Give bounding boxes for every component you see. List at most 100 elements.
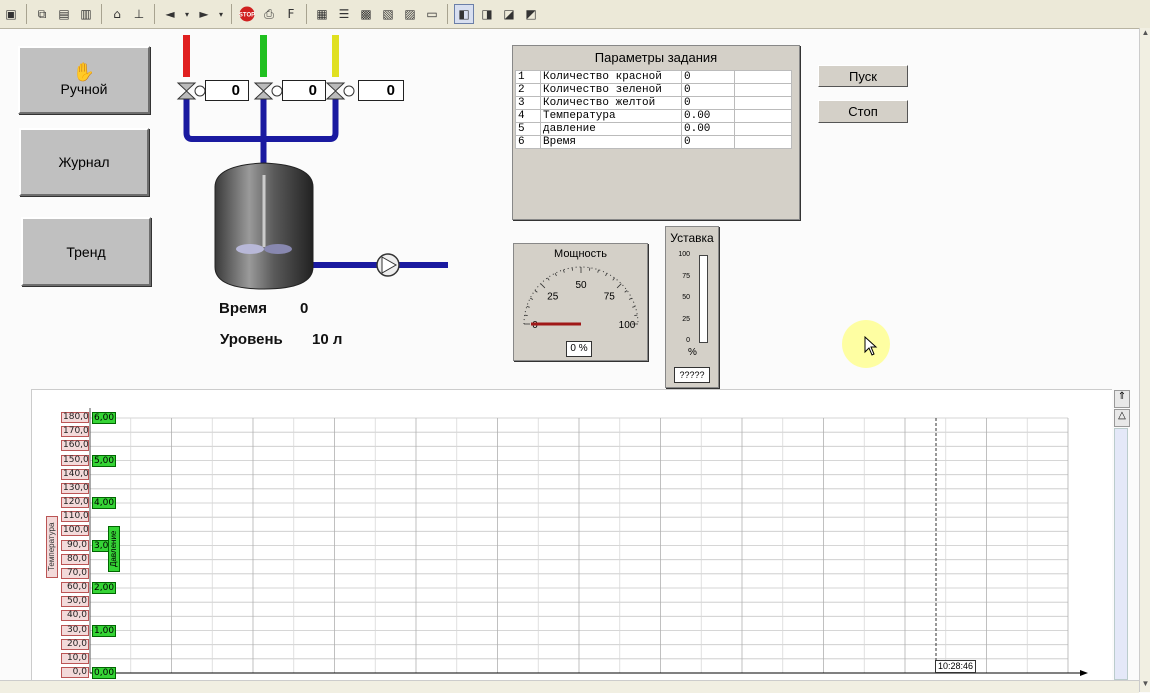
level-value: 10 л [312,331,342,348]
toolbar-separator [231,4,232,24]
params-title: Параметры задания [513,46,799,70]
valve-green[interactable] [255,83,282,99]
gauge-tick [530,298,533,299]
chart-zoom-button[interactable]: △ [1114,409,1130,427]
temperature-tick-label: 140,0 [61,469,89,480]
gauge-tick-label: 50 [575,280,587,291]
save-icon[interactable]: ▣ [2,5,20,23]
grid-icon[interactable]: ▩ [357,5,375,23]
params-row[interactable]: 5давление0.00 [516,123,792,136]
gauge-tick [606,273,607,276]
font-icon[interactable]: F [282,5,300,23]
time-axis-arrow [1080,670,1088,676]
back-icon[interactable]: ◄ [161,5,179,23]
params-table: 1Количество красной02Количество зеленой0… [515,70,792,149]
params-row-empty [735,97,792,110]
chart-pin-button[interactable]: ⇑ [1114,390,1130,408]
setpoint-tick-label: 100 [678,251,690,259]
manual-button[interactable]: ✋ Ручной [18,46,150,114]
tile-icon[interactable]: ▤ [55,5,73,23]
temperature-tick-label: 30,0 [61,625,89,636]
journal-button[interactable]: Журнал [19,128,149,196]
home-icon[interactable]: ⌂ [108,5,126,23]
params-row-value: 0 [682,84,735,97]
start-button[interactable]: Пуск [818,65,908,87]
window-icon[interactable]: ⧉ [33,5,51,23]
pressure-tick-label: 5,00 [92,455,116,467]
temperature-tick-label: 150,0 [61,455,89,466]
scroll-down-icon[interactable]: ▼ [1140,679,1150,688]
params-row[interactable]: 3Количество желтой0 [516,97,792,110]
stop-button[interactable]: Стоп [818,100,908,123]
setpoint-unit: % [688,347,697,358]
yellow-pipe [332,35,339,77]
dropdown-icon[interactable]: ▾ [183,5,191,23]
params-row-name: Количество зеленой [541,84,682,97]
rectangle-icon[interactable]: ▭ [423,5,441,23]
gauge-tick [555,273,556,276]
power-readout: 0 % [566,341,592,357]
setpoint-readout[interactable]: ????? [674,367,710,383]
gauge-tick-label: 100 [619,320,636,331]
params-row-number: 3 [516,97,541,110]
forward-icon[interactable]: ► [195,5,213,23]
hand-icon: ✋ [73,63,95,81]
pressure-tick-label: 2,00 [92,582,116,594]
properties-icon[interactable]: ▧ [379,5,397,23]
scroll-up-icon[interactable]: ▲ [1140,28,1150,37]
params-row-number: 4 [516,110,541,123]
print-icon[interactable]: ⎙ [260,5,278,23]
green-flow-value: 0 [282,80,326,101]
params-row[interactable]: 1Количество красной0 [516,71,792,84]
gauge-tick [563,270,564,273]
trend-button[interactable]: Тренд [21,217,151,286]
chart-scrollbar[interactable] [1114,428,1128,680]
pressure-tick-label: 4,00 [92,497,116,509]
dropdown-icon[interactable]: ▾ [217,5,225,23]
trend-time-label: 10:28:46 [935,660,976,673]
params-row[interactable]: 2Количество зеленой0 [516,84,792,97]
mouse-cursor-icon [864,336,878,356]
toolbar-separator [447,4,448,24]
list-icon[interactable]: ☰ [335,5,353,23]
params-row-name: Температура [541,110,682,123]
stop-icon[interactable]: STOP [238,5,256,23]
panel-icon[interactable]: ▦ [313,5,331,23]
params-row-value: 0.00 [682,123,735,136]
trend-icon[interactable]: ◪ [500,5,518,23]
trend-grid [32,390,1112,693]
columns-icon[interactable]: ▥ [77,5,95,23]
level-label: Уровень [220,331,283,348]
valve-yellow[interactable] [327,83,354,99]
tree-icon[interactable]: ⊥ [130,5,148,23]
temperature-tick-label: 90,0 [61,540,89,551]
temperature-tick-label: 110,0 [61,511,89,522]
params-row[interactable]: 4Температура0.00 [516,110,792,123]
report-icon[interactable]: ◩ [522,5,540,23]
time-value: 0 [300,300,308,317]
pressure-tick-label: 1,00 [92,625,116,637]
layout-icon[interactable]: ◧ [454,4,474,24]
pump[interactable] [377,254,399,276]
gauge-tick [632,306,635,307]
tank [215,163,313,289]
params-row-number: 6 [516,136,541,149]
setpoint-panel: Уставка 1007550250 % ????? [665,226,719,388]
params-row[interactable]: 6Время0 [516,136,792,149]
temperature-tick-label: 60,0 [61,582,89,593]
connect-icon[interactable]: ◨ [478,5,496,23]
window-vertical-scrollbar[interactable]: ▲ ▼ [1139,28,1150,692]
params-row-name: Время [541,136,682,149]
temperature-tick-label: 170,0 [61,426,89,437]
temperature-tick-label: 120,0 [61,497,89,508]
image-icon[interactable]: ▨ [401,5,419,23]
setpoint-tick-label: 50 [682,294,690,302]
valve-red[interactable] [178,83,205,99]
gauge-tick-label: 75 [604,292,616,303]
window-horizontal-scrollbar[interactable] [0,680,1139,693]
temperature-tick-label: 160,0 [61,440,89,451]
setpoint-track[interactable] [699,255,708,343]
params-row-name: Количество желтой [541,97,682,110]
params-row-value: 0.00 [682,110,735,123]
gauge-tick [625,290,627,292]
